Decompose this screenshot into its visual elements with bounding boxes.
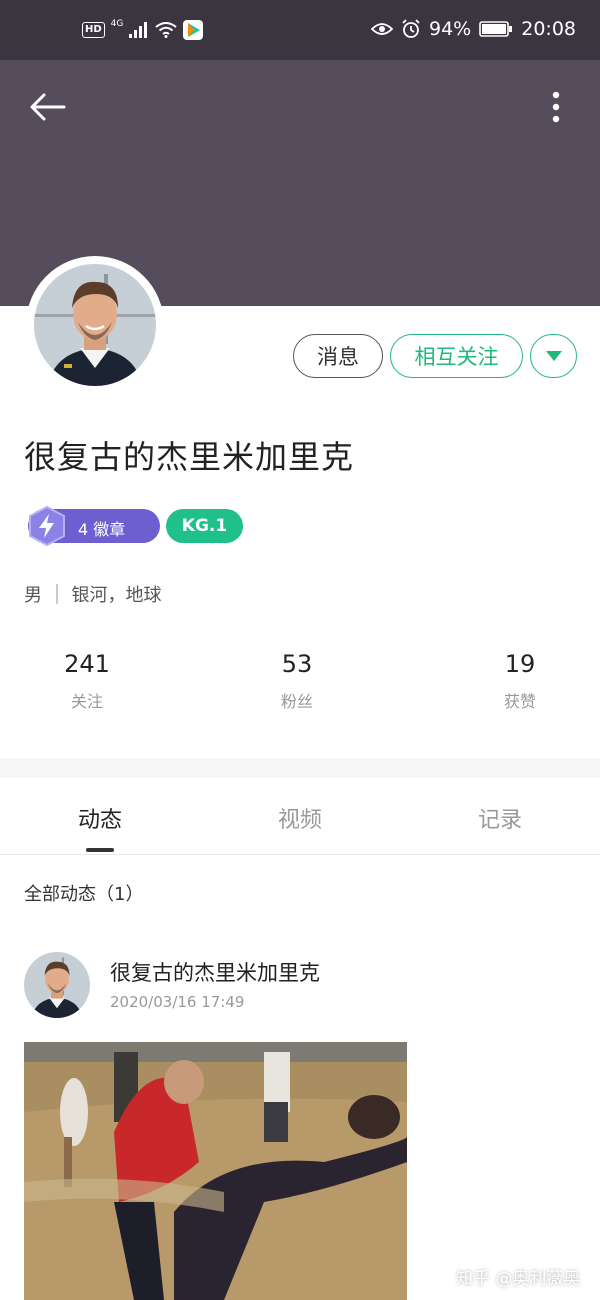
profile-tabs: 动态 视频 记录 bbox=[0, 778, 600, 855]
more-options-button[interactable] bbox=[548, 90, 564, 124]
back-button[interactable] bbox=[28, 90, 68, 124]
badges-count-label: 4 徽章 bbox=[78, 520, 126, 539]
post-video-thumbnail[interactable] bbox=[24, 1042, 407, 1300]
gender-text: 男 bbox=[24, 585, 42, 606]
message-button[interactable]: 消息 bbox=[293, 334, 383, 378]
caret-down-icon bbox=[545, 351, 562, 361]
section-divider-band bbox=[0, 758, 600, 778]
more-vertical-icon bbox=[552, 91, 560, 123]
post-timestamp: 2020/03/16 17:49 bbox=[110, 993, 245, 1011]
badges-pill[interactable]: 4 徽章 bbox=[28, 505, 160, 547]
profile-info-row: 男 银河，地球 bbox=[24, 581, 162, 607]
post-author-avatar[interactable] bbox=[24, 952, 90, 1018]
battery-percent: 94% bbox=[429, 18, 472, 40]
back-arrow-icon bbox=[30, 93, 66, 121]
status-left: HD 4G bbox=[82, 18, 204, 40]
tab-activity[interactable]: 动态 bbox=[40, 802, 160, 834]
active-tab-indicator bbox=[86, 848, 114, 852]
lightning-badge-icon bbox=[29, 505, 65, 547]
stat-value: 241 bbox=[64, 650, 110, 678]
follow-dropdown-button[interactable] bbox=[530, 334, 577, 378]
stat-followers[interactable]: 53 粉丝 bbox=[237, 650, 357, 712]
network-type: 4G bbox=[110, 18, 124, 29]
stat-label: 获赞 bbox=[503, 692, 536, 711]
eye-icon bbox=[371, 23, 393, 35]
avatar-photo bbox=[34, 264, 156, 386]
tab-videos[interactable]: 视频 bbox=[240, 802, 360, 834]
post-author-name[interactable]: 很复古的杰里米加里克 bbox=[110, 957, 320, 987]
stat-value: 53 bbox=[281, 650, 313, 678]
watermark-text: 知乎 @奥利薇奥 bbox=[456, 1269, 581, 1289]
level-badge[interactable]: KG.1 bbox=[166, 509, 243, 543]
feed-section-title: 全部动态（1） bbox=[24, 884, 144, 905]
status-bar: HD 4G 94% 20:08 bbox=[0, 0, 600, 60]
mutual-follow-button[interactable]: 相互关注 bbox=[390, 334, 523, 378]
info-divider bbox=[56, 584, 58, 604]
avatar-photo bbox=[24, 952, 90, 1018]
tab-records[interactable]: 记录 bbox=[440, 802, 560, 834]
location-text: 银河，地球 bbox=[71, 585, 162, 606]
stat-likes[interactable]: 19 获赞 bbox=[460, 650, 580, 712]
stat-label: 粉丝 bbox=[280, 692, 313, 711]
video-app-icon bbox=[183, 20, 204, 40]
profile-avatar[interactable] bbox=[26, 256, 164, 394]
video-frame-image bbox=[24, 1042, 407, 1300]
wifi-icon bbox=[155, 22, 177, 38]
profile-name: 很复古的杰里米加里克 bbox=[24, 438, 355, 476]
battery-icon bbox=[479, 21, 513, 37]
alarm-icon bbox=[402, 19, 420, 38]
signal-icon bbox=[129, 22, 148, 38]
stat-value: 19 bbox=[504, 650, 536, 678]
hd-badge: HD bbox=[82, 22, 105, 38]
stat-label: 关注 bbox=[70, 692, 103, 711]
clock: 20:08 bbox=[521, 18, 576, 40]
stat-following[interactable]: 241 关注 bbox=[27, 650, 147, 712]
status-right: 94% 20:08 bbox=[371, 18, 576, 40]
